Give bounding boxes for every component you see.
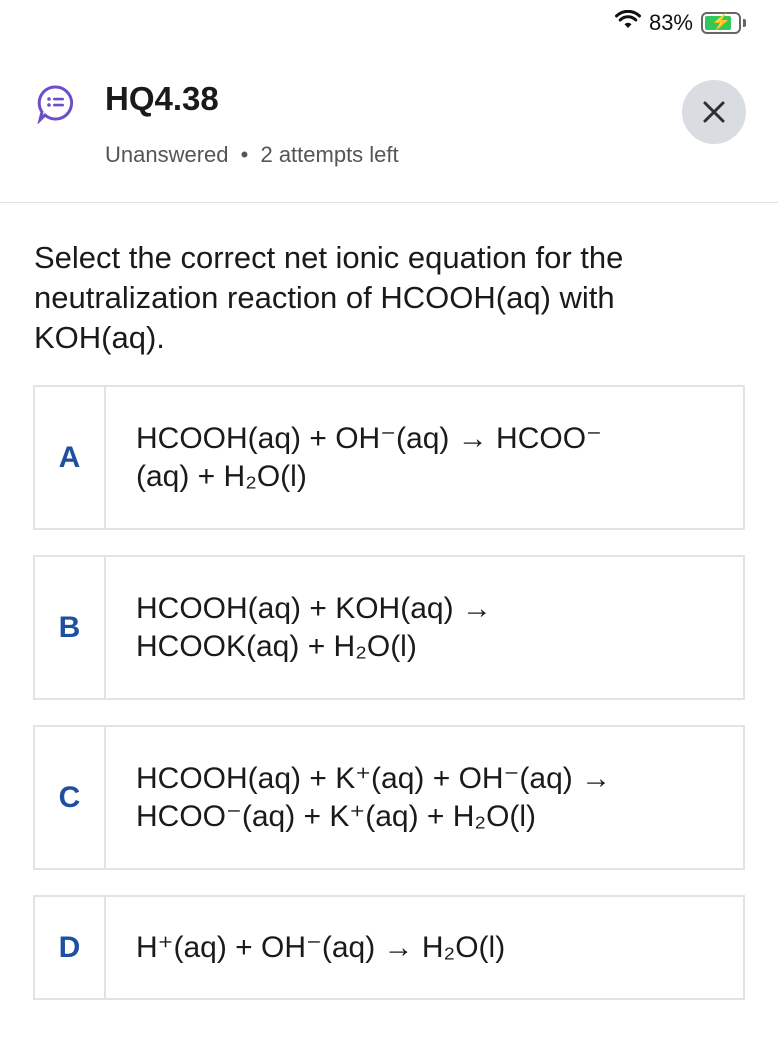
option-text-line: HCOOH(aq) + KOH(aq) → (136, 591, 492, 625)
question-title: HQ4.38 (105, 80, 219, 117)
question-chat-icon (36, 84, 76, 129)
option-text: HCOOH(aq) + KOH(aq) → HCOOK(aq) + H₂O(l) (136, 557, 723, 698)
wifi-icon (614, 9, 641, 36)
option-text: H⁺(aq) + OH⁻(aq) → H₂O(l) (136, 897, 723, 998)
option-letter: D (35, 897, 106, 998)
option-text-line: HCOOK(aq) + H₂O(l) (136, 629, 417, 663)
option-text-line: H⁺(aq) + OH⁻(aq) → H₂O(l) (136, 930, 506, 964)
battery-percent: 83% (648, 10, 693, 35)
option-b[interactable]: B HCOOH(aq) + KOH(aq) → HCOOK(aq) + H₂O(… (33, 555, 745, 700)
option-a[interactable]: A HCOOH(aq) + OH⁻(aq) → HCOO⁻ (aq) + H₂O… (33, 385, 745, 530)
battery-nub (743, 19, 746, 27)
option-letter: A (35, 387, 106, 528)
option-text-line: HCOOH(aq) + OH⁻(aq) → HCOO⁻ (136, 421, 602, 455)
option-letter: B (35, 557, 106, 698)
option-text: HCOOH(aq) + OH⁻(aq) → HCOO⁻ (aq) + H₂O(l… (136, 387, 723, 528)
option-text-line: (aq) + H₂O(l) (136, 459, 307, 493)
battery-icon: ⚡ (701, 12, 741, 34)
option-text-line: HCOOH(aq) + K⁺(aq) + OH⁻(aq) → (136, 761, 612, 795)
option-d[interactable]: D H⁺(aq) + OH⁻(aq) → H₂O(l) (33, 895, 745, 1000)
status-bar: 83% ⚡ (614, 8, 746, 38)
question-prompt: Select the correct net ionic equation fo… (34, 240, 624, 355)
question-status: Unanswered • 2 attempts left (105, 142, 399, 168)
status-separator: • (240, 142, 249, 167)
close-icon (703, 101, 725, 123)
option-text: HCOOH(aq) + K⁺(aq) + OH⁻(aq) → HCOO⁻(aq)… (136, 727, 723, 868)
option-letter: C (35, 727, 106, 868)
charging-bolt-icon: ⚡ (711, 14, 731, 31)
attempts-left: 2 attempts left (260, 142, 399, 167)
close-button[interactable] (682, 80, 746, 144)
status-text: Unanswered (105, 142, 229, 167)
option-c[interactable]: C HCOOH(aq) + K⁺(aq) + OH⁻(aq) → HCOO⁻(a… (33, 725, 745, 870)
option-text-line: HCOO⁻(aq) + K⁺(aq) + H₂O(l) (136, 799, 537, 833)
